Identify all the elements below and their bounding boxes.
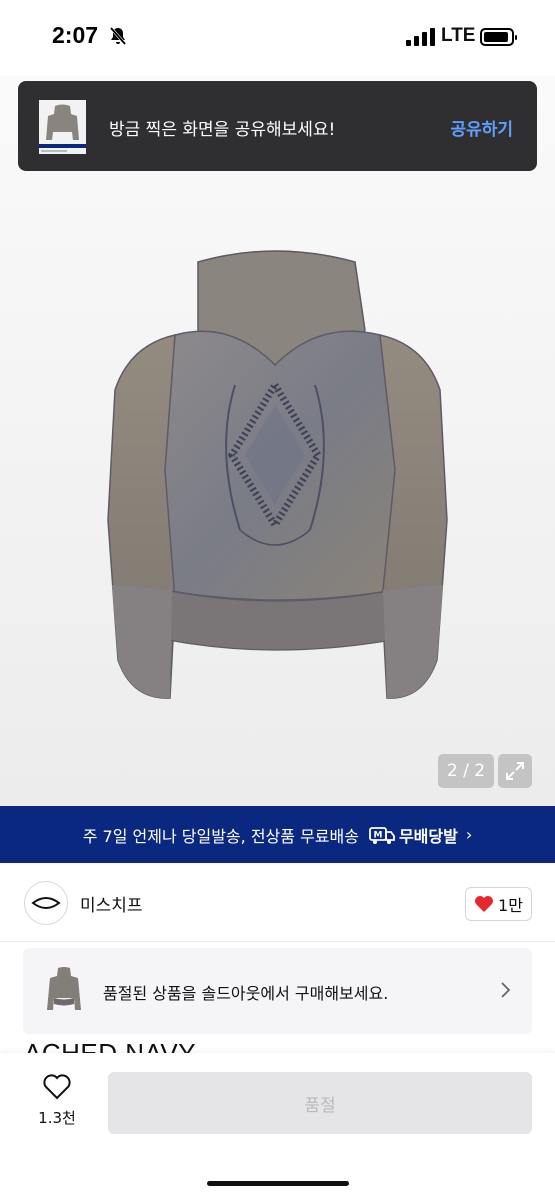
seller-like-button[interactable]: 1만 — [465, 887, 532, 921]
shipping-banner-text: 주 7일 언제나 당일발송, 전상품 무료배송 — [82, 826, 359, 846]
free-shipping-label: 무배당발 — [398, 826, 458, 846]
expand-icon — [506, 762, 524, 780]
share-button[interactable]: 공유하기 — [450, 115, 513, 140]
home-indicator — [207, 1181, 349, 1186]
share-toast: 방금 찍은 화면을 공유해보세요! 공유하기 — [18, 81, 537, 171]
chevron-right-icon — [501, 982, 511, 998]
toast-message: 방금 찍은 화면을 공유해보세요! — [109, 120, 336, 140]
mschf-logo-icon — [31, 897, 61, 909]
truck-badge-letter: M — [373, 830, 382, 840]
free-shipping-badge: M 무배당발 — [369, 823, 458, 847]
soldout-product-thumbnail — [47, 967, 81, 1010]
sold-out-button[interactable]: 품절 — [108, 1072, 532, 1134]
soldout-promo-text: 품절된 상품을 솔드아웃에서 구매해보세요. — [103, 984, 389, 1003]
soldout-promo-card[interactable]: 품절된 상품을 솔드아웃에서 구매해보세요. — [23, 948, 532, 1034]
seller-like-count: 1만 — [498, 896, 523, 915]
battery-icon — [480, 28, 517, 46]
product-photo-hoodie — [107, 250, 448, 699]
shipping-banner[interactable]: 주 7일 언제나 당일발송, 전상품 무료배송 M 무배당발 › — [0, 806, 555, 863]
heart-filled-icon — [475, 896, 494, 912]
seller-logo[interactable] — [24, 881, 68, 925]
status-time: 2:07 — [52, 22, 99, 48]
chevron-right-icon: › — [465, 825, 473, 844]
divider — [0, 941, 555, 942]
status-bar: 2:07 LTE — [0, 0, 555, 76]
expand-image-button[interactable] — [498, 754, 532, 788]
wishlist-count: 1.3천 — [38, 1109, 76, 1127]
bell-off-icon — [108, 26, 128, 50]
cellular-signal-icon — [406, 28, 435, 46]
bottom-action-bar: 1.3천 품절 — [0, 1053, 555, 1200]
seller-row[interactable]: 미스치프 1만 — [0, 863, 555, 941]
delivery-truck-icon: M — [369, 826, 395, 844]
heart-outline-icon — [43, 1074, 71, 1100]
screenshot-thumbnail — [39, 100, 86, 154]
product-image-gallery[interactable] — [0, 76, 555, 806]
wishlist-button[interactable]: 1.3천 — [28, 1073, 86, 1133]
seller-name[interactable]: 미스치프 — [80, 891, 143, 916]
image-page-counter: 2 / 2 — [438, 754, 494, 788]
network-type: LTE — [441, 25, 476, 46]
